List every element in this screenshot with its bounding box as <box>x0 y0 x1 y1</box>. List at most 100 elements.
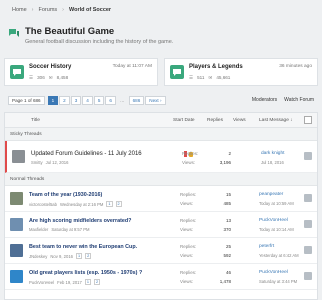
table-row[interactable]: Best team to never win the European Cup.… <box>5 238 317 264</box>
views-count: 592 <box>223 253 231 258</box>
next-page-button[interactable]: Next › <box>145 95 166 105</box>
thread-title[interactable]: Best team to never win the European Cup. <box>29 244 137 250</box>
breadcrumb: Home › Forums › World of Soccer <box>0 0 322 20</box>
thread-list: Title Start Date Replies Views Last Mess… <box>4 112 318 300</box>
thread-count-icon: ☰ <box>189 75 194 80</box>
column-start-date[interactable]: Start Date <box>173 118 195 123</box>
last-post-time[interactable]: Jul 18, 2016 <box>261 160 284 165</box>
thread-title[interactable]: Old great players lists (esp. 1950s - 19… <box>29 270 142 276</box>
table-row[interactable]: Old great players lists (esp. 1950s - 19… <box>5 264 317 290</box>
last-poster[interactable]: peterfrt <box>259 244 274 249</box>
page-link-1[interactable]: 1 <box>47 95 59 105</box>
table-row[interactable]: Team of the year (1930-2016) victorcoste… <box>5 186 317 212</box>
thread-count-icon: ☰ <box>29 75 34 80</box>
avatar[interactable] <box>10 218 23 231</box>
last-poster[interactable]: dark knight <box>261 151 284 156</box>
page-link-last[interactable]: 686 <box>128 95 145 105</box>
subforum-soccer-history[interactable]: Soccer History Today at 11:07 AM ☰ 306 ✉… <box>4 58 158 86</box>
subforum-message-count: 45,661 <box>216 75 231 80</box>
avatar[interactable] <box>10 244 23 257</box>
breadcrumb-world-of-soccer[interactable]: World of Soccer <box>69 7 111 13</box>
thread-author[interactable]: Smitty <box>31 160 43 165</box>
message-count-icon: ✉ <box>48 75 53 80</box>
last-post-time[interactable]: Yesterday at 6:42 AM <box>259 253 299 258</box>
subforum-message-count: 8,458 <box>56 75 69 80</box>
subforum-last-post-time: 36 minutes ago <box>279 64 312 69</box>
thread-title[interactable]: Team of the year (1930-2016) <box>29 192 102 198</box>
breadcrumb-home[interactable]: Home <box>12 7 27 13</box>
replies-label: Replies: <box>180 192 197 197</box>
forum-header: The Beautiful Game General football disc… <box>4 22 318 50</box>
thread-date: Wednesday at 2:16 PM <box>59 201 104 207</box>
avatar[interactable] <box>12 150 25 163</box>
page-link-3[interactable]: 3 <box>70 95 82 105</box>
message-count-icon: ✉ <box>208 75 213 80</box>
last-post-time[interactable]: Saturday at 3:44 PM <box>259 279 297 284</box>
subforum-title[interactable]: Players & Legends <box>189 64 243 70</box>
subforum-thread-count: 306 <box>37 75 45 80</box>
table-row[interactable]: Updated Forum Guidelines - 11 July 2016 … <box>5 141 317 173</box>
last-poster[interactable]: PuckVonHeel <box>259 218 288 223</box>
column-views[interactable]: Views <box>233 118 246 123</box>
replies-count: 15 <box>225 192 231 197</box>
views-label: Views: <box>180 201 194 206</box>
sticky-threads-label: Sticky Threads <box>5 128 317 141</box>
thread-page-link[interactable]: 2 <box>93 279 101 285</box>
thread-page-link[interactable]: 1 <box>106 201 113 207</box>
comments-icon <box>9 29 19 37</box>
replies-label: Replies: <box>180 244 197 249</box>
forum-icon <box>10 65 24 79</box>
avatar[interactable] <box>304 246 312 254</box>
last-poster[interactable]: PuckVonHeel <box>259 270 288 275</box>
thread-page-link[interactable]: 1 <box>75 253 83 259</box>
forum-icon <box>170 65 184 79</box>
avatar[interactable] <box>304 272 312 280</box>
views-label: Views: <box>180 279 194 284</box>
last-post-time[interactable]: Today at 10:14 AM <box>259 227 294 232</box>
avatar[interactable] <box>304 220 312 228</box>
subforum-thread-count: 511 <box>197 75 205 80</box>
select-all-checkbox[interactable] <box>304 116 312 124</box>
thread-title[interactable]: Updated Forum Guidelines - 11 July 2016 <box>31 151 142 157</box>
replies-label: Replies: <box>180 218 197 223</box>
views-label: Views: <box>180 227 194 232</box>
normal-threads-label: Normal Threads <box>5 173 317 186</box>
avatar[interactable] <box>304 152 312 160</box>
views-count: 370 <box>223 227 231 232</box>
thread-author[interactable]: Maxfielder <box>29 227 48 232</box>
page-link-5[interactable]: 5 <box>93 95 105 105</box>
last-post-time[interactable]: Today at 10:59 AM <box>259 201 294 206</box>
thread-author[interactable]: PuckVonHeel <box>29 280 54 285</box>
pagination: Page 1 of 686 1 2 3 4 5 6 … 686 Next › <box>8 95 166 105</box>
avatar[interactable] <box>10 270 23 283</box>
replies-label: Replies: <box>180 270 197 275</box>
forum-actions: Moderators Watch Forum <box>252 97 314 103</box>
column-replies[interactable]: Replies <box>207 118 223 123</box>
page-link-2[interactable]: 2 <box>59 95 70 105</box>
thread-author[interactable]: victorcostel5ab <box>29 202 57 207</box>
replies-label: Replies: <box>182 151 199 156</box>
column-title[interactable]: Title <box>31 118 40 123</box>
breadcrumb-forums[interactable]: Forums <box>39 7 58 13</box>
thread-page-link[interactable]: 1 <box>84 279 91 285</box>
thread-title[interactable]: Are high scoring midfielders overrated? <box>29 218 131 224</box>
thread-date: Saturday at 9:57 PM <box>51 227 90 232</box>
avatar[interactable] <box>10 192 23 205</box>
last-poster[interactable]: peanpeater <box>259 192 283 197</box>
views-label: Views: <box>182 160 196 165</box>
avatar[interactable] <box>304 194 312 202</box>
page-count-label: Page 1 of 686 <box>8 95 45 105</box>
watch-forum-link[interactable]: Watch Forum <box>284 97 314 103</box>
subforum-players-legends[interactable]: Players & Legends 36 minutes ago ☰ 511 ✉… <box>164 58 318 86</box>
page-link-4[interactable]: 4 <box>82 95 93 105</box>
moderators-link[interactable]: Moderators <box>252 97 277 103</box>
thread-page-link[interactable]: 2 <box>115 201 122 207</box>
thread-author[interactable]: JNdeskey <box>29 254 47 259</box>
views-label: Views: <box>180 253 194 258</box>
table-row[interactable]: Are high scoring midfielders overrated? … <box>5 212 317 238</box>
thread-page-link[interactable]: 2 <box>85 253 92 259</box>
subforum-title[interactable]: Soccer History <box>29 64 71 70</box>
column-last-message[interactable]: Last Message ↓ <box>259 118 293 123</box>
page-link-6[interactable]: 6 <box>105 95 116 105</box>
replies-count: 46 <box>225 270 231 275</box>
